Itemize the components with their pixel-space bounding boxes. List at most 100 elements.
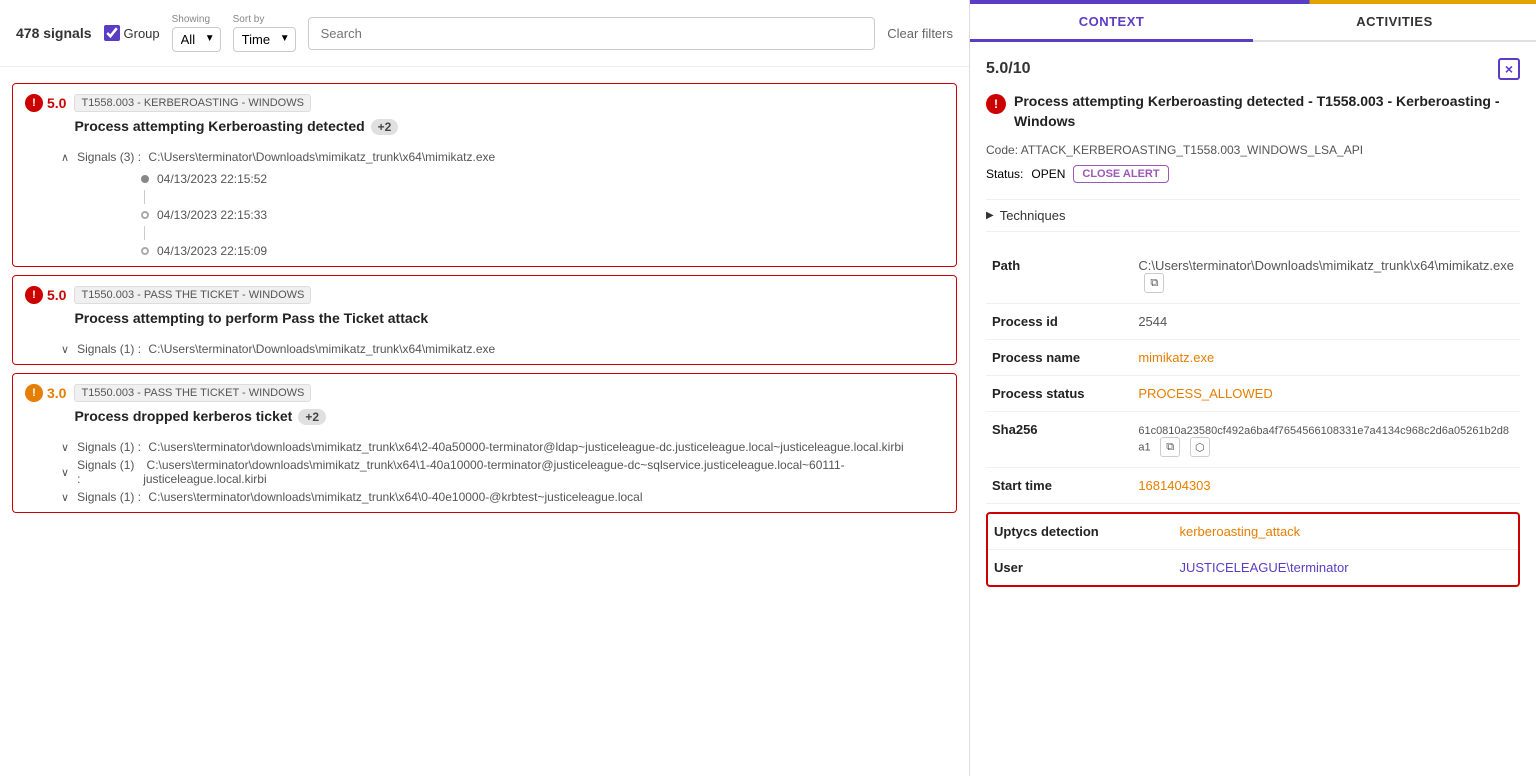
alert-detail-title: ! Process attempting Kerberoasting detec… (986, 92, 1520, 131)
field-value-0: C:\Users\terminator\Downloads\mimikatz_t… (1132, 248, 1520, 304)
score-value: 5.0/10 (986, 60, 1030, 78)
alert-item-0[interactable]: ! 5.0 T1558.003 - KERBEROASTING - WINDOW… (12, 83, 957, 267)
signal-chevron: ∨ (61, 343, 69, 356)
search-input[interactable] (308, 17, 876, 50)
field-value-5: 1681404303 (1132, 468, 1520, 504)
field-value-4: 61c0810a23580cf492a6ba4f7654566108331e7a… (1132, 412, 1520, 468)
highlighted-row-1: User JUSTICELEAGUE\terminator (988, 550, 1518, 586)
signal-path-0-0[interactable]: ∧ Signals (3) : C:\Users\terminator\Down… (61, 150, 944, 164)
field-label-0: Path (986, 248, 1132, 304)
timestamp: 04/13/2023 22:15:52 (157, 172, 267, 186)
alert-tag: T1558.003 - KERBEROASTING - WINDOWS (74, 94, 311, 112)
group-label: Group (124, 26, 160, 41)
timestamp: 04/13/2023 22:15:33 (157, 208, 267, 222)
highlighted-label-1: User (988, 550, 1174, 586)
timeline-connector (144, 190, 145, 204)
signal-chevron: ∧ (61, 151, 69, 164)
export-icon-4[interactable]: ⬡ (1190, 437, 1210, 457)
signal-chevron: ∨ (61, 441, 69, 454)
signal-path-2-0[interactable]: ∨ Signals (1) : C:\users\terminator\down… (61, 440, 944, 454)
field-label-1: Process id (986, 304, 1132, 340)
field-label-3: Process status (986, 376, 1132, 412)
severity-score: ! 5.0 (25, 286, 66, 304)
group-checkbox[interactable] (104, 25, 120, 41)
right-tabs: CONTEXT ACTIVITIES (970, 4, 1536, 42)
alert-header: ! 3.0 T1550.003 - PASS THE TICKET - WIND… (13, 374, 956, 436)
signal-label: Signals (1) : (77, 440, 141, 454)
alert-header: ! 5.0 T1550.003 - PASS THE TICKET - WIND… (13, 276, 956, 338)
signal-label: Signals (1) : (77, 342, 141, 356)
field-value-2: mimikatz.exe (1132, 340, 1520, 376)
field-label-4: Sha256 (986, 412, 1132, 468)
showing-dropdown-wrapper: Showing All ▼ (172, 14, 221, 52)
signal-path-text: C:\users\terminator\downloads\mimikatz_t… (145, 440, 904, 454)
timeline-item-2: 04/13/2023 22:15:09 (141, 240, 944, 262)
field-label-5: Start time (986, 468, 1132, 504)
signal-label: Signals (1) : (77, 490, 141, 504)
timeline-0-0: 04/13/2023 22:15:52 04/13/2023 22:15:33 … (61, 168, 944, 262)
signal-count: 478 signals (16, 25, 92, 41)
status-row: Status: OPEN CLOSE ALERT (986, 165, 1520, 183)
alert-tag: T1550.003 - PASS THE TICKET - WINDOWS (74, 384, 311, 402)
severity-icon: ! (25, 94, 43, 112)
detail-code: Code: ATTACK_KERBEROASTING_T1558.003_WIN… (986, 143, 1520, 157)
tag-row: T1558.003 - KERBEROASTING - WINDOWS (74, 94, 944, 112)
status-label: Status: (986, 167, 1023, 181)
alert-title: Process dropped kerberos ticket+2 (74, 408, 944, 424)
timeline-dot (141, 211, 149, 219)
close-alert-button[interactable]: CLOSE ALERT (1073, 165, 1168, 183)
signal-group: ∨ Signals (1) : C:\Users\terminator\Down… (13, 338, 956, 364)
alerts-list: ! 5.0 T1558.003 - KERBEROASTING - WINDOW… (0, 67, 969, 776)
highlighted-detail-table: Uptycs detection kerberoasting_attack Us… (988, 514, 1518, 585)
alert-detail-icon: ! (986, 94, 1006, 114)
signal-path-2-1[interactable]: ∨ Signals (1) : C:\users\terminator\down… (61, 458, 944, 486)
alert-content: T1550.003 - PASS THE TICKET - WINDOWS Pr… (74, 286, 944, 332)
timeline-dot (141, 175, 149, 183)
alert-title: Process attempting Kerberoasting detecte… (74, 118, 944, 134)
signal-path-text: C:\Users\terminator\Downloads\mimikatz_t… (145, 342, 495, 356)
techniques-expand-icon: ▶ (986, 210, 994, 221)
severity-icon: ! (25, 384, 43, 402)
highlighted-value-0: kerberoasting_attack (1174, 514, 1519, 550)
signal-label: Signals (3) : (77, 150, 141, 164)
alert-title: Process attempting to perform Pass the T… (74, 310, 944, 326)
alert-item-2[interactable]: ! 3.0 T1550.003 - PASS THE TICKET - WIND… (12, 373, 957, 513)
tag-row: T1550.003 - PASS THE TICKET - WINDOWS (74, 384, 944, 402)
signal-label: Signals (1) : (77, 458, 139, 486)
sortby-select[interactable]: Time (233, 27, 296, 52)
alert-content: T1550.003 - PASS THE TICKET - WINDOWS Pr… (74, 384, 944, 430)
severity-score: ! 5.0 (25, 94, 66, 112)
signal-path-text: C:\Users\terminator\Downloads\mimikatz_t… (145, 150, 495, 164)
alert-item-1[interactable]: ! 5.0 T1550.003 - PASS THE TICKET - WIND… (12, 275, 957, 365)
signal-path-text: C:\users\terminator\downloads\mimikatz_t… (145, 490, 642, 504)
field-value-3: PROCESS_ALLOWED (1132, 376, 1520, 412)
close-x-button[interactable]: × (1498, 58, 1520, 80)
alert-content: T1558.003 - KERBEROASTING - WINDOWS Proc… (74, 94, 944, 140)
status-value: OPEN (1031, 167, 1065, 181)
timeline-item-0: 04/13/2023 22:15:52 (141, 168, 944, 190)
showing-select[interactable]: All (172, 27, 221, 52)
clear-filters-button[interactable]: Clear filters (887, 26, 953, 41)
alert-tag: T1550.003 - PASS THE TICKET - WINDOWS (74, 286, 311, 304)
alert-header: ! 5.0 T1558.003 - KERBEROASTING - WINDOW… (13, 84, 956, 146)
detail-row-3: Process status PROCESS_ALLOWED (986, 376, 1520, 412)
top-bar: 478 signals Group Showing All ▼ Sort by … (0, 0, 969, 67)
detail-row-4: Sha256 61c0810a23580cf492a6ba4f765456610… (986, 412, 1520, 468)
alert-badge: +2 (298, 409, 326, 425)
signal-path-1-0[interactable]: ∨ Signals (1) : C:\Users\terminator\Down… (61, 342, 944, 356)
copy-icon-4[interactable]: ⧉ (1160, 437, 1180, 457)
copy-icon-0[interactable]: ⧉ (1144, 273, 1164, 293)
tab-context[interactable]: CONTEXT (970, 4, 1253, 42)
showing-label: Showing (172, 14, 221, 25)
techniques-row[interactable]: ▶ Techniques (986, 199, 1520, 232)
detail-row-5: Start time 1681404303 (986, 468, 1520, 504)
timeline-item-1: 04/13/2023 22:15:33 (141, 204, 944, 226)
signal-chevron: ∨ (61, 491, 69, 504)
field-label-2: Process name (986, 340, 1132, 376)
timestamp: 04/13/2023 22:15:09 (157, 244, 267, 258)
right-panel: CONTEXT ACTIVITIES 5.0/10 × ! Process at… (970, 0, 1536, 776)
tag-row: T1550.003 - PASS THE TICKET - WINDOWS (74, 286, 944, 304)
highlighted-label-0: Uptycs detection (988, 514, 1174, 550)
tab-activities[interactable]: ACTIVITIES (1253, 4, 1536, 40)
signal-path-2-2[interactable]: ∨ Signals (1) : C:\users\terminator\down… (61, 490, 944, 504)
